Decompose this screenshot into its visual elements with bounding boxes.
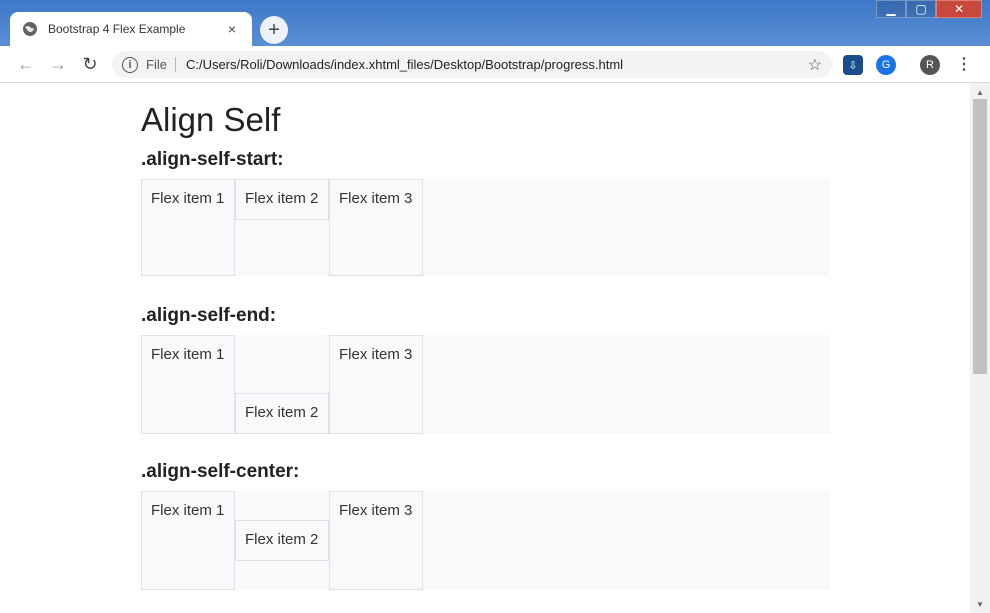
flex-container: Flex item 1 Flex item 2 Flex item 3 bbox=[141, 179, 830, 276]
new-tab-button[interactable]: + bbox=[260, 16, 288, 44]
flex-container: Flex item 1 Flex item 2 Flex item 3 bbox=[141, 335, 830, 434]
section-title: .align-self-end: bbox=[141, 305, 277, 326]
url-text[interactable]: C:/Users/Roli/Downloads/index.xhtml_file… bbox=[186, 57, 808, 72]
flex-item: Flex item 1 bbox=[141, 491, 235, 590]
forward-arrow-icon[interactable]: → bbox=[48, 54, 68, 74]
scroll-down-icon[interactable]: ▼ bbox=[970, 597, 990, 611]
google-extension-icon[interactable]: G bbox=[876, 55, 896, 75]
scroll-up-icon[interactable]: ▲ bbox=[970, 85, 990, 99]
page-title: Align Self bbox=[141, 101, 281, 138]
flex-item: Flex item 1 bbox=[141, 179, 235, 276]
flex-container: Flex item 1 Flex item 2 Flex item 3 bbox=[141, 491, 830, 590]
maximize-icon[interactable]: ▢ bbox=[906, 0, 936, 18]
bookmark-star-icon[interactable]: ☆ bbox=[808, 55, 822, 75]
window-controls: ▁ ▢ ✕ bbox=[876, 0, 982, 18]
flex-item-aligned: Flex item 2 bbox=[235, 179, 329, 220]
vertical-scrollbar[interactable]: ▲ ▼ bbox=[970, 83, 990, 613]
flex-item-aligned: Flex item 2 bbox=[235, 393, 329, 434]
address-bar[interactable]: i File C:/Users/Roli/Downloads/index.xht… bbox=[112, 51, 832, 78]
minimize-icon[interactable]: ▁ bbox=[876, 0, 906, 18]
browser-window: Bootstrap 4 Flex Example × + ▁ ▢ ✕ ← → ↻… bbox=[0, 0, 990, 613]
globe-icon bbox=[23, 22, 37, 36]
kebab-menu-icon[interactable]: ⋮ bbox=[956, 54, 972, 74]
info-icon[interactable]: i bbox=[122, 56, 138, 73]
flex-item: Flex item 3 bbox=[329, 179, 423, 276]
tab-active[interactable]: Bootstrap 4 Flex Example × bbox=[10, 12, 252, 46]
flex-item-aligned: Flex item 2 bbox=[235, 520, 329, 561]
profile-avatar[interactable]: R bbox=[920, 55, 940, 75]
section-title: .align-self-start: bbox=[141, 149, 284, 170]
section-align-self-start: .align-self-start: Flex item 1 Flex item… bbox=[141, 149, 831, 276]
reload-icon[interactable]: ↻ bbox=[80, 54, 100, 74]
scrollbar-thumb[interactable] bbox=[973, 99, 987, 374]
tab-strip: Bootstrap 4 Flex Example × + ▁ ▢ ✕ bbox=[0, 0, 990, 46]
extension-icon[interactable]: ⇩ bbox=[843, 55, 863, 75]
section-title: .align-self-center: bbox=[141, 461, 300, 482]
back-arrow-icon[interactable]: ← bbox=[16, 54, 36, 74]
close-icon[interactable]: × bbox=[224, 21, 240, 37]
flex-item: Flex item 3 bbox=[329, 335, 423, 434]
flex-item: Flex item 1 bbox=[141, 335, 235, 434]
flex-item: Flex item 3 bbox=[329, 491, 423, 590]
tab-title: Bootstrap 4 Flex Example bbox=[48, 22, 186, 36]
page-viewport: Align Self .align-self-start: Flex item … bbox=[0, 83, 970, 613]
section-align-self-end: .align-self-end: Flex item 1 Flex item 2… bbox=[141, 305, 831, 434]
browser-toolbar: ← → ↻ i File C:/Users/Roli/Downloads/ind… bbox=[0, 46, 990, 83]
file-scheme-label: File bbox=[146, 57, 176, 72]
window-close-icon[interactable]: ✕ bbox=[936, 0, 982, 18]
section-align-self-center: .align-self-center: Flex item 1 Flex ite… bbox=[141, 461, 831, 590]
